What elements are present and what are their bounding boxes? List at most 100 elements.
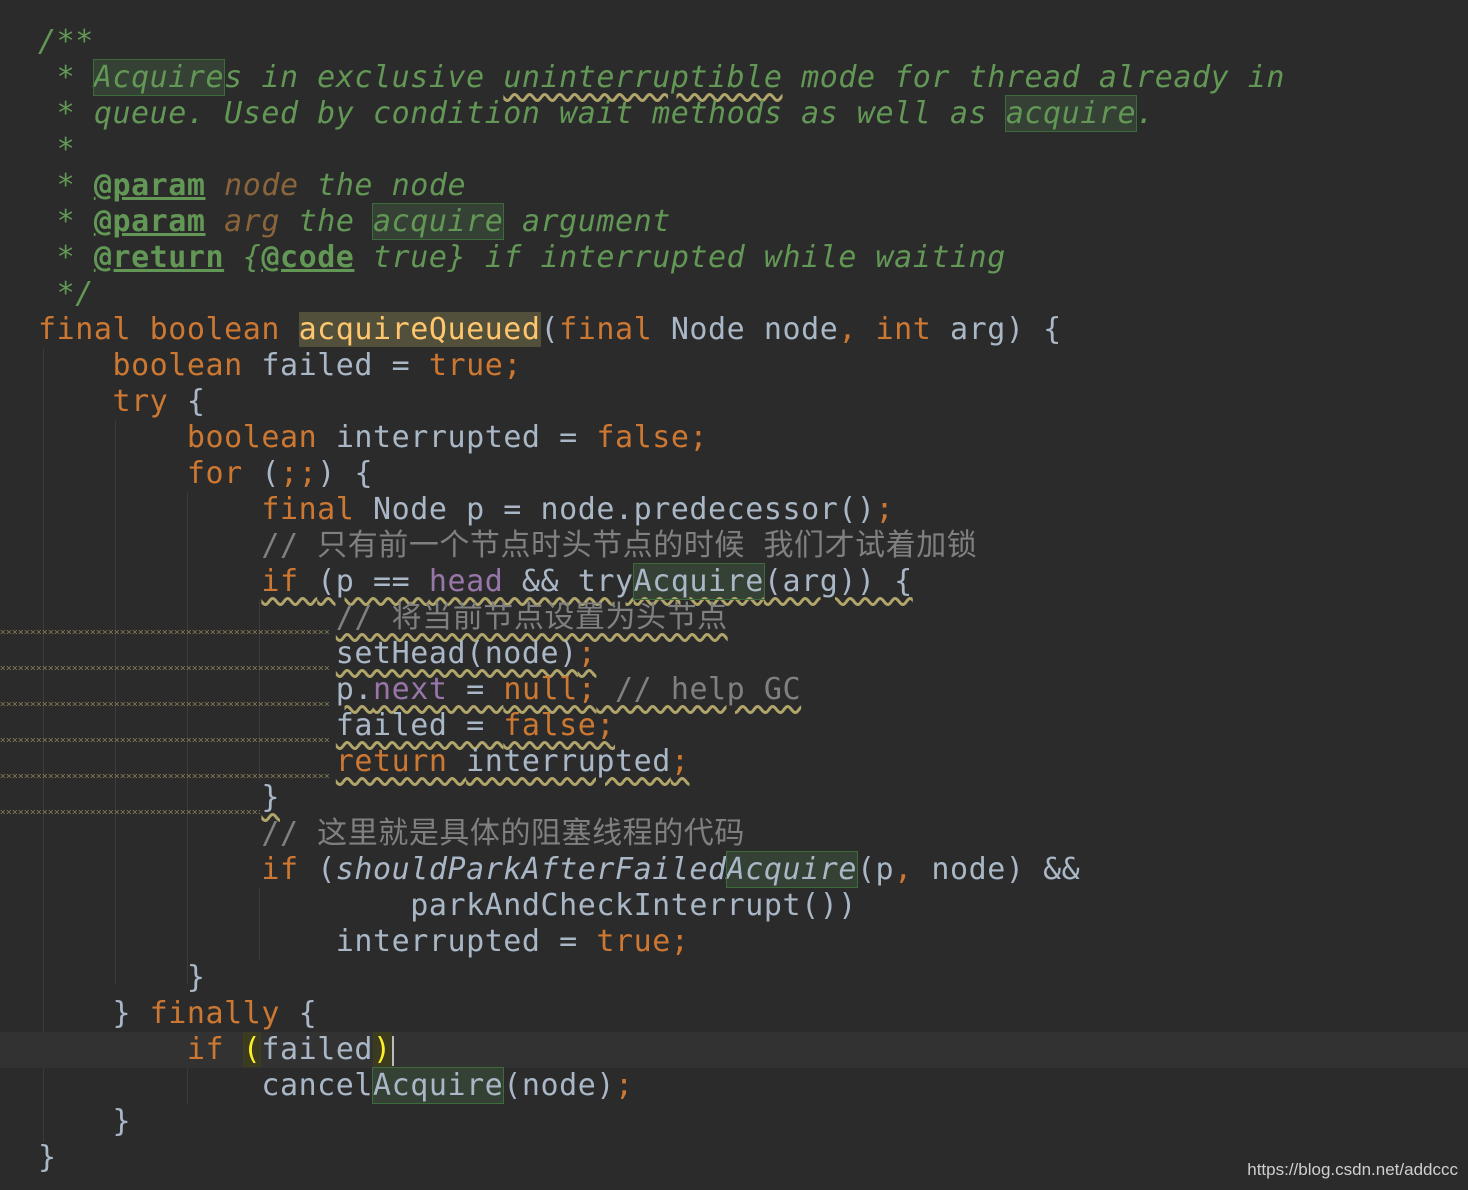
code-line[interactable]: final Node p = node.predecessor();	[0, 492, 1468, 528]
code-token: acquire	[298, 312, 429, 347]
code-text: // 只有前一个节点时头节点的时候 我们才试着加锁	[38, 528, 977, 564]
code-token: (	[261, 456, 280, 491]
code-token: if	[186, 1032, 243, 1067]
code-text: // 这里就是具体的阻塞线程的代码	[38, 816, 745, 852]
code-token: Acquire	[92, 59, 226, 96]
code-token: {	[298, 996, 318, 1031]
code-token: true;	[428, 348, 522, 383]
code-token: // help GC	[596, 672, 802, 707]
code-token: (	[540, 312, 560, 347]
code-token: }	[38, 1140, 57, 1175]
code-line[interactable]: // 将当前节点设置为头节点	[0, 600, 1468, 636]
code-line[interactable]: for (;;) {	[0, 456, 1468, 492]
code-token: if	[261, 564, 318, 599]
code-text: * @param arg the acquire argument	[38, 203, 671, 240]
code-token: failed =	[335, 708, 504, 743]
code-token: failed	[261, 1032, 374, 1067]
code-token: int	[875, 312, 951, 347]
code-editor[interactable]: /** * Acquires in exclusive uninterrupti…	[0, 0, 1468, 1190]
code-line[interactable]: if (failed)	[0, 1032, 1468, 1068]
code-line[interactable]: * Acquires in exclusive uninterruptible …	[0, 59, 1468, 96]
code-text: boolean interrupted = false;	[38, 420, 708, 456]
code-token: ;;	[279, 456, 318, 491]
code-token: next	[373, 672, 448, 707]
code-line[interactable]: *	[0, 132, 1468, 168]
code-token: arg) {	[950, 312, 1062, 347]
code-token: interrupted =	[335, 420, 597, 455]
code-line[interactable]: final boolean acquireQueued(final Node n…	[0, 312, 1468, 348]
code-token: p.	[335, 672, 374, 707]
code-line[interactable]: * @param node the node	[0, 168, 1468, 204]
code-token: Acquire	[632, 563, 765, 600]
code-line[interactable]: try {	[0, 384, 1468, 420]
code-token: }	[186, 960, 206, 995]
code-token: true;	[596, 924, 690, 959]
code-token: // 将当前节点设置为头节点	[335, 600, 728, 635]
code-line[interactable]: }	[0, 780, 1468, 816]
code-token: */	[38, 276, 94, 311]
code-token: )	[373, 1032, 392, 1067]
code-line[interactable]: * queue. Used by condition wait methods …	[0, 95, 1468, 132]
code-line[interactable]: /**	[0, 24, 1468, 60]
code-token: (p	[856, 852, 895, 887]
code-token: parkAndCheckInterrupt())	[410, 888, 857, 923]
code-token: Node p = node.predecessor()	[373, 492, 876, 527]
code-line[interactable]: } finally {	[0, 996, 1468, 1032]
code-token: arg	[224, 204, 280, 239]
code-line[interactable]: return interrupted;	[0, 744, 1468, 780]
code-line[interactable]: setHead(node);	[0, 636, 1468, 672]
text-caret	[391, 1035, 394, 1066]
code-line[interactable]: cancelAcquire(node);	[0, 1067, 1468, 1104]
code-line[interactable]: // 只有前一个节点时头节点的时候 我们才试着加锁	[0, 528, 1468, 564]
code-token: Acquire	[725, 851, 858, 888]
code-token: interrupted =	[335, 924, 597, 959]
code-token: node	[224, 168, 299, 203]
code-text: p.next = null; // help GC	[38, 672, 801, 708]
code-line[interactable]: boolean failed = true;	[0, 348, 1468, 384]
code-line[interactable]: if (shouldParkAfterFailedAcquire(p, node…	[0, 851, 1468, 888]
code-token: ,	[838, 312, 876, 347]
code-token: (p ==	[317, 564, 429, 599]
code-token: argument	[503, 204, 671, 239]
code-token: acquire	[372, 203, 505, 240]
code-token: * queue. Used by condition wait methods …	[38, 96, 1006, 131]
code-token: boolean	[186, 420, 336, 455]
code-line[interactable]: boolean interrupted = false;	[0, 420, 1468, 456]
code-token: node) &&	[931, 852, 1081, 887]
code-line[interactable]: failed = false;	[0, 708, 1468, 744]
code-line[interactable]: // 这里就是具体的阻塞线程的代码	[0, 816, 1468, 852]
code-token: /**	[38, 24, 94, 59]
code-text: }	[38, 780, 280, 816]
code-line[interactable]: p.next = null; // help GC	[0, 672, 1468, 708]
code-text: }	[38, 1140, 57, 1176]
code-text: * @return {@code true} if interrupted wh…	[38, 240, 1006, 276]
code-token: interrupted	[466, 744, 671, 779]
code-line[interactable]: }	[0, 1104, 1468, 1140]
code-token: the node	[298, 168, 467, 203]
code-token: finally	[149, 996, 299, 1031]
code-line[interactable]: if (p == head && tryAcquire(arg)) {	[0, 563, 1468, 600]
code-text: boolean failed = true;	[38, 348, 522, 384]
code-token: ;	[577, 636, 597, 671]
code-line[interactable]: * @return {@code true} if interrupted wh…	[0, 240, 1468, 276]
code-token: // 只有前一个节点时头节点的时候 我们才试着加锁	[261, 528, 978, 563]
code-line[interactable]: */	[0, 276, 1468, 312]
code-line[interactable]: parkAndCheckInterrupt())	[0, 888, 1468, 924]
code-token: // 这里就是具体的阻塞线程的代码	[261, 816, 745, 851]
code-line[interactable]: interrupted = true;	[0, 924, 1468, 960]
code-line[interactable]: * @param arg the acquire argument	[0, 203, 1468, 240]
code-token: uninterruptible	[503, 60, 783, 95]
code-line[interactable]: }	[0, 960, 1468, 996]
code-token: }	[38, 996, 150, 1031]
code-token: shouldParkAfterFailed	[335, 852, 727, 887]
